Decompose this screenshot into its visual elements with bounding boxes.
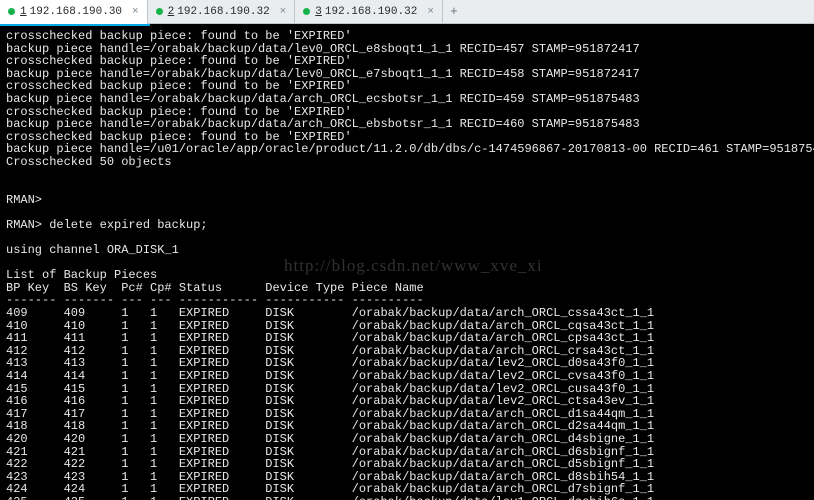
- session-tab-2[interactable]: 2 192.168.190.32 ×: [148, 0, 296, 24]
- tab-index: 3: [315, 6, 322, 18]
- tab-index: 2: [168, 6, 175, 18]
- tab-index: 1: [20, 6, 27, 18]
- terminal-output[interactable]: crosschecked backup piece: found to be '…: [0, 26, 814, 500]
- close-icon[interactable]: ×: [132, 6, 139, 18]
- new-tab-button[interactable]: +: [443, 4, 465, 19]
- tab-title: 192.168.190.32: [177, 6, 269, 18]
- status-dot-icon: [156, 8, 163, 15]
- close-icon[interactable]: ×: [280, 6, 287, 18]
- status-dot-icon: [303, 8, 310, 15]
- session-tab-3[interactable]: 3 192.168.190.32 ×: [295, 0, 443, 24]
- close-icon[interactable]: ×: [427, 6, 434, 18]
- status-dot-icon: [8, 8, 15, 15]
- tab-title: 192.168.190.32: [325, 6, 417, 18]
- session-tab-1[interactable]: 1 192.168.190.30 ×: [0, 0, 148, 24]
- tab-bar: 1 192.168.190.30 × 2 192.168.190.32 × 3 …: [0, 0, 814, 24]
- tab-title: 192.168.190.30: [30, 6, 122, 18]
